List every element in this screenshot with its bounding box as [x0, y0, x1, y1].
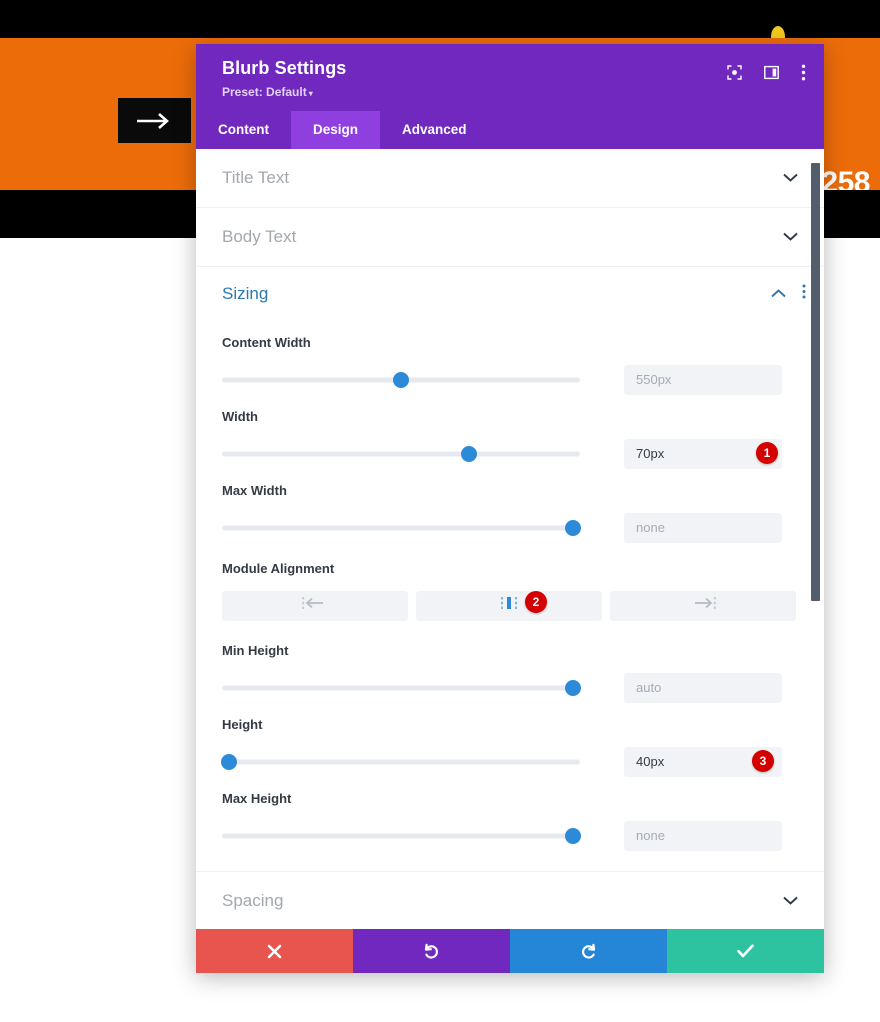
- slider-thumb[interactable]: [393, 371, 409, 388]
- field-label: Max Width: [222, 482, 287, 498]
- slider-track: [222, 759, 580, 765]
- cancel-button[interactable]: [196, 929, 353, 973]
- modal-tabs: Content Design Advanced: [196, 110, 824, 149]
- field-label: Module Alignment: [222, 560, 335, 576]
- focus-target-icon[interactable]: [727, 65, 742, 80]
- more-vertical-icon[interactable]: [801, 64, 806, 81]
- modal-header-icons: [727, 58, 806, 81]
- field-max-height: Max Height none: [196, 791, 824, 851]
- field-label: Content Width: [222, 334, 311, 350]
- align-center-icon: [498, 596, 520, 615]
- arrow-right-button[interactable]: [118, 98, 191, 143]
- slider-track: [222, 525, 580, 531]
- modal-header: Blurb Settings Preset: Default ▾: [196, 44, 824, 111]
- content-width-slider[interactable]: [222, 371, 580, 388]
- close-icon: [267, 944, 282, 959]
- chevron-down-icon: [783, 232, 798, 241]
- slider-thumb[interactable]: [564, 519, 581, 536]
- field-label: Max Height: [222, 790, 292, 806]
- section-title-text[interactable]: Title Text: [196, 149, 824, 208]
- max-height-input[interactable]: none: [624, 820, 782, 851]
- modal-body: Title Text Body Text Sizing Content Widt…: [196, 148, 824, 973]
- section-body-text[interactable]: Body Text: [196, 208, 824, 267]
- slider-thumb[interactable]: [564, 827, 581, 844]
- section-label: Title Text: [222, 167, 290, 187]
- min-height-input[interactable]: auto: [624, 672, 782, 703]
- align-right-button[interactable]: [610, 590, 796, 621]
- field-max-width: Max Width none: [196, 483, 824, 543]
- align-left-button[interactable]: [222, 590, 408, 621]
- field-module-alignment: Module Alignment 2: [196, 561, 824, 621]
- section-spacing[interactable]: Spacing: [196, 870, 824, 930]
- field-content-width: Content Width 550px: [196, 335, 824, 395]
- section-sizing-header[interactable]: Sizing: [196, 267, 824, 321]
- slider-thumb[interactable]: [564, 679, 581, 696]
- field-row: 550px: [222, 364, 798, 395]
- chevron-down-icon: [783, 173, 798, 182]
- blurb-settings-modal: Blurb Settings Preset: Default ▾ Content…: [196, 44, 824, 973]
- modal-header-titles: Blurb Settings Preset: Default ▾: [222, 58, 346, 99]
- tab-advanced[interactable]: Advanced: [380, 111, 489, 149]
- undo-button[interactable]: [353, 929, 510, 973]
- annotation-badge-3: 3: [752, 749, 774, 772]
- field-row: none: [222, 512, 798, 543]
- content-width-input[interactable]: 550px: [624, 364, 782, 395]
- field-row: none: [222, 820, 798, 851]
- width-slider[interactable]: [222, 445, 580, 462]
- slider-track: [222, 833, 580, 839]
- max-height-slider[interactable]: [222, 827, 581, 844]
- field-min-height: Min Height auto: [196, 643, 824, 703]
- section-label: Spacing: [222, 890, 284, 910]
- align-left-icon: [302, 596, 328, 615]
- annotation-badge-2: 2: [525, 590, 547, 613]
- save-button[interactable]: [667, 929, 824, 973]
- field-row: 40px: [221, 746, 798, 777]
- check-icon: [737, 944, 754, 958]
- site-top-bar: [0, 0, 880, 38]
- chevron-up-icon[interactable]: [771, 289, 786, 298]
- tab-content[interactable]: Content: [196, 111, 291, 149]
- arrow-right-icon: [135, 112, 175, 130]
- section-label: Body Text: [222, 226, 297, 246]
- align-center-button[interactable]: [416, 590, 602, 621]
- chevron-down-icon: [783, 896, 798, 905]
- preset-label: Preset: Default: [222, 84, 307, 99]
- min-height-slider[interactable]: [222, 679, 581, 696]
- max-width-input[interactable]: none: [624, 512, 782, 543]
- modal-scrollbar-thumb[interactable]: [811, 162, 820, 601]
- chevron-down-icon: ▾: [308, 88, 313, 98]
- slider-thumb[interactable]: [221, 753, 238, 770]
- align-right-icon: [690, 596, 716, 615]
- slider-track: [222, 451, 580, 457]
- field-width: Width 70px 1: [196, 409, 824, 469]
- redo-button[interactable]: [510, 929, 667, 973]
- field-height: Height 40px 3: [196, 717, 824, 777]
- max-width-slider[interactable]: [222, 519, 581, 536]
- preset-selector[interactable]: Preset: Default ▾: [222, 85, 346, 99]
- slider-track: [222, 685, 580, 691]
- section-header-actions: [771, 284, 806, 304]
- modal-footer: [196, 929, 824, 973]
- annotation-badge-1: 1: [756, 441, 778, 464]
- field-label: Width: [222, 408, 258, 424]
- field-label: Height: [222, 716, 263, 732]
- field-label: Min Height: [222, 642, 289, 658]
- more-vertical-icon[interactable]: [802, 284, 806, 304]
- section-label: Sizing: [222, 283, 269, 303]
- tab-design[interactable]: Design: [291, 110, 381, 149]
- layout-panel-icon[interactable]: [764, 65, 779, 80]
- section-sizing: Sizing Content Width 550px Width 70px 1 …: [196, 267, 824, 871]
- module-alignment-group: [222, 590, 798, 621]
- field-row: 70px: [222, 438, 798, 469]
- modal-title: Blurb Settings: [222, 58, 347, 78]
- field-row: auto: [222, 672, 798, 703]
- height-slider[interactable]: [221, 753, 580, 770]
- redo-icon: [580, 943, 597, 960]
- slider-thumb[interactable]: [461, 445, 478, 462]
- undo-icon: [423, 943, 440, 960]
